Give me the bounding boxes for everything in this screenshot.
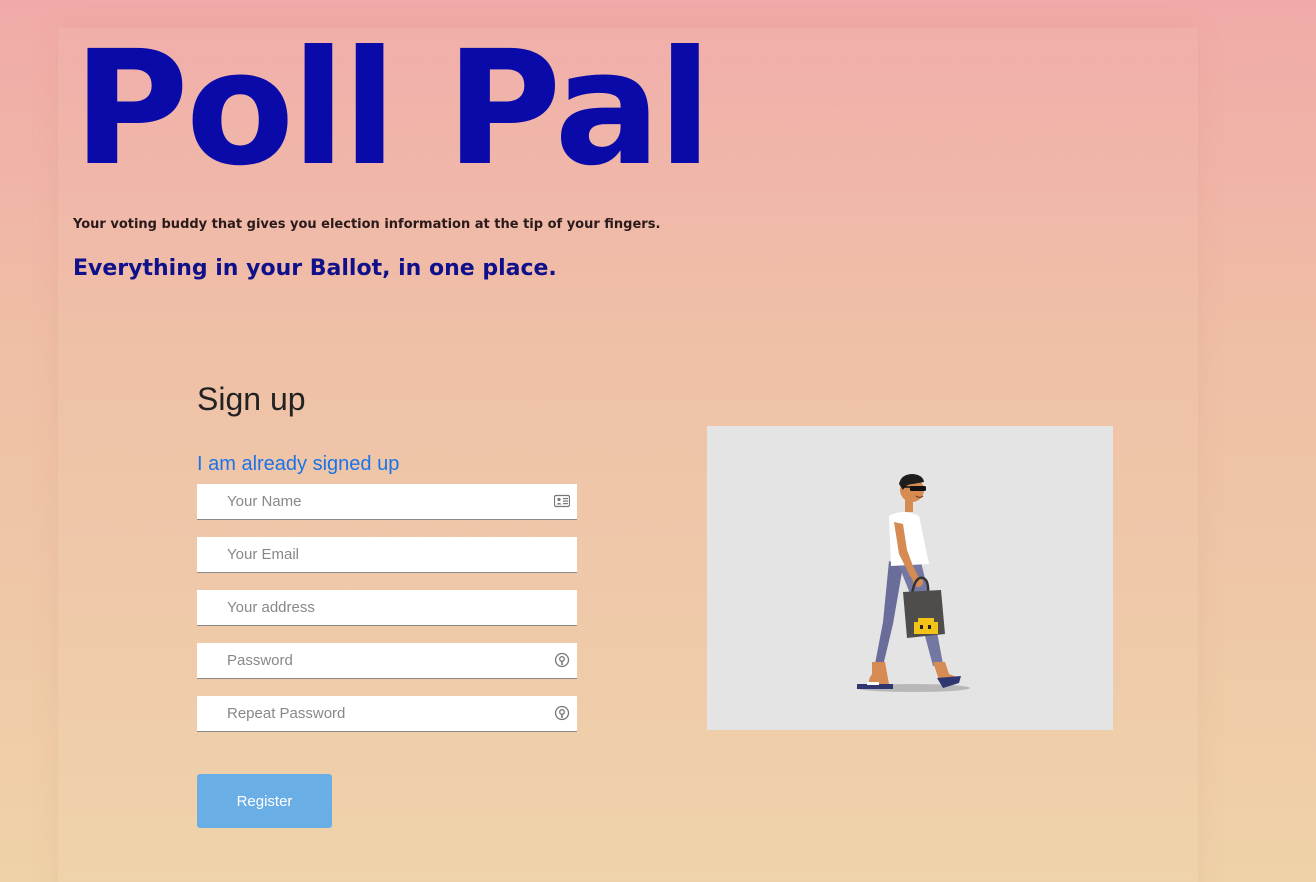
address-input[interactable] — [197, 590, 547, 624]
already-signed-up-link[interactable]: I am already signed up — [197, 453, 399, 476]
password-reveal-icon[interactable] — [554, 652, 570, 668]
password-input[interactable] — [197, 643, 547, 677]
contact-card-icon — [554, 494, 570, 508]
walking-person-illustration — [707, 426, 1113, 730]
password-reveal-icon[interactable] — [554, 705, 570, 721]
register-button[interactable]: Register — [197, 774, 332, 828]
email-input[interactable] — [197, 537, 547, 571]
name-field — [197, 484, 577, 520]
app-logo-title: Poll Pal — [73, 17, 712, 201]
address-field — [197, 590, 577, 626]
signup-title: Sign up — [197, 381, 306, 417]
tagline: Your voting buddy that gives you electio… — [73, 217, 661, 232]
email-field — [197, 537, 577, 573]
name-input[interactable] — [197, 484, 547, 518]
headline: Everything in your Ballot, in one place. — [73, 256, 557, 281]
walking-person-image — [856, 474, 970, 692]
repeat-password-field — [197, 696, 577, 732]
repeat-password-input[interactable] — [197, 696, 547, 730]
password-field — [197, 643, 577, 679]
